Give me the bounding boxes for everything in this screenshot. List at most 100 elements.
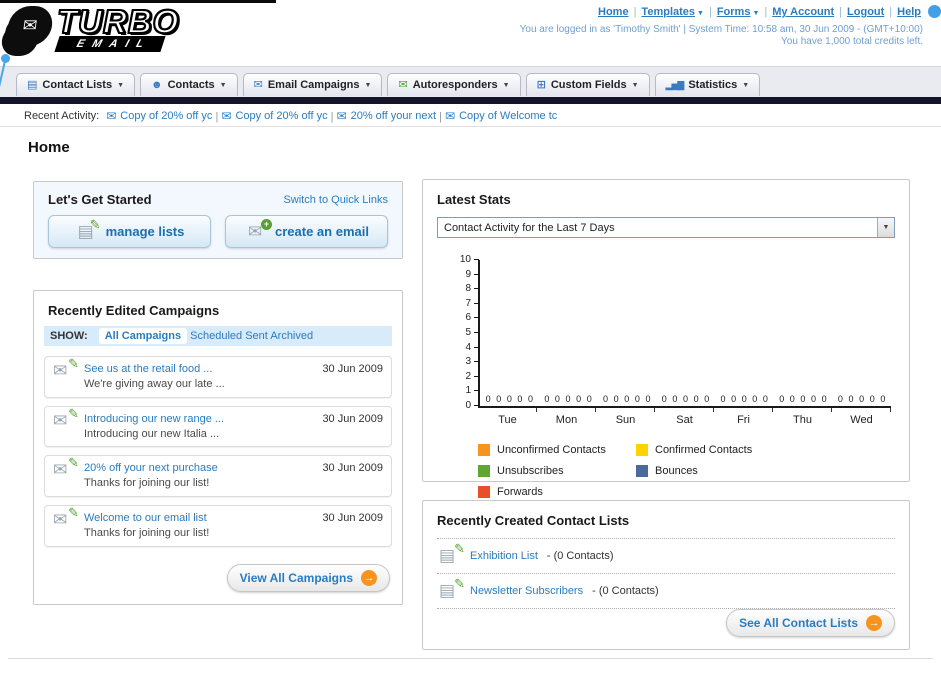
main-nav: ▤ Contact Lists ▼ ☻ Contacts ▼ ✉ Email Campaign…	[0, 66, 941, 97]
chevron-down-icon: ▼	[877, 218, 894, 237]
recent-activity-bar: Recent Activity: ✉ Copy of 20% off yc | ✉…	[0, 104, 941, 127]
bar-group: 00000	[480, 394, 539, 404]
nav-tab-label: Contacts	[167, 79, 215, 91]
list-pencil-icon: ▤ ✎	[439, 541, 465, 565]
view-all-campaigns-label: View All Campaigns	[239, 571, 353, 585]
recent-activity-item[interactable]: ✉ Copy of 20% off yc	[106, 109, 212, 123]
recent-activity-item[interactable]: ✉ Copy of Welcome tc	[445, 109, 557, 123]
bar-value-label: 0	[586, 394, 592, 404]
x-axis-ticks	[478, 408, 891, 412]
header: ✉ TURBO EMAIL Home | Templates ▼ | Forms ▼ | My …	[0, 0, 941, 66]
create-email-label: create an email	[275, 224, 369, 239]
contact-list-item[interactable]: ▤ ✎ Exhibition List - (0 Contacts)	[437, 539, 895, 574]
x-axis-label: Mon	[555, 414, 578, 426]
top-nav-forms[interactable]: Forms ▼	[717, 6, 760, 18]
chevron-down-icon: ▼	[742, 81, 750, 89]
stats-filter-select[interactable]: Contact Activity for the Last 7 Days ▼	[437, 217, 895, 238]
y-tick-label: 2	[465, 370, 471, 382]
contact-list-item[interactable]: ▤ ✎ Newsletter Subscribers - (0 Contacts)	[437, 574, 895, 609]
contact-list-name-link[interactable]: Newsletter Subscribers	[470, 585, 583, 597]
create-email-button[interactable]: ✉ + create an email	[225, 215, 388, 248]
bar-value-label: 0	[672, 394, 678, 404]
campaign-title-link[interactable]: Welcome to our email list	[84, 511, 209, 526]
x-axis-label: Sat	[676, 414, 693, 426]
see-all-contact-lists-label: See All Contact Lists	[739, 616, 858, 630]
campaign-title-link[interactable]: See us at the retail food ...	[84, 362, 225, 377]
campaign-list-item[interactable]: ✉ ✎ See us at the retail food ... We're giv…	[44, 356, 392, 398]
bar-value-label: 0	[603, 394, 609, 404]
campaign-tab-all-campaigns[interactable]: All Campaigns	[98, 328, 188, 344]
campaign-tab-archived[interactable]: Archived	[270, 330, 313, 342]
chevron-down-icon: ▼	[631, 81, 639, 89]
campaign-tab-sent[interactable]: Sent	[245, 330, 268, 342]
contact-list-name-link[interactable]: Exhibition List	[470, 550, 538, 562]
recent-activity-item[interactable]: ✉ Copy of 20% off yc	[221, 109, 327, 123]
top-nav-home[interactable]: Home	[598, 6, 629, 18]
top-nav-my-account[interactable]: My Account	[772, 6, 834, 18]
bar-value-label: 0	[506, 394, 512, 404]
recent-activity-item[interactable]: ✉ 20% off your next	[337, 109, 436, 123]
y-tick-mark	[474, 302, 479, 304]
envelope-pencil-icon: ✉ ✎	[53, 405, 79, 430]
manage-lists-button[interactable]: ▤ ✎ manage lists	[48, 215, 211, 248]
campaign-subtitle: Thanks for joining our list!	[84, 477, 210, 490]
arrow-right-icon: →	[866, 615, 882, 631]
campaigns-title: Recently Edited Campaigns	[48, 303, 220, 318]
switch-quick-links-link[interactable]: Switch to Quick Links	[283, 194, 388, 206]
campaign-list-item[interactable]: ✉ ✎ Welcome to our email list Thanks for jo…	[44, 505, 392, 547]
bar-value-label: 0	[811, 394, 817, 404]
nav-tab-label: Custom Fields	[550, 79, 627, 91]
view-all-campaigns-button[interactable]: View All Campaigns →	[226, 564, 390, 592]
bar-value-labels: 00000000000000000000000000000000000	[480, 394, 891, 404]
latest-stats-title: Latest Stats	[437, 192, 511, 207]
campaign-list-item[interactable]: ✉ ✎ 20% off your next purchase Thanks for j…	[44, 455, 392, 498]
envelope-icon: ✉	[106, 108, 117, 123]
bar-group: 00000	[656, 394, 715, 404]
contact-list-items: ▤ ✎ Exhibition List - (0 Contacts) ▤ ✎ Newslet…	[437, 538, 895, 609]
chevron-down-icon: ▼	[364, 81, 372, 89]
y-tick-mark	[474, 259, 479, 260]
bar-value-label: 0	[693, 394, 699, 404]
see-all-contact-lists-button[interactable]: See All Contact Lists →	[726, 609, 895, 637]
nav-tab-email-campaigns[interactable]: ✉ Email Campaigns ▼	[242, 73, 383, 96]
legend-label: Confirmed Contacts	[655, 444, 753, 456]
list-pencil-icon: ▤ ✎	[77, 216, 101, 241]
nav-tab-label: Contact Lists	[42, 79, 113, 91]
y-tick-mark	[474, 332, 479, 333]
y-tick-label: 5	[465, 327, 471, 338]
campaigns-panel: Recently Edited Campaigns SHOW: All Camp…	[33, 290, 403, 605]
campaign-list-item[interactable]: ✉ ✎ Introducing our new range ... Introduci…	[44, 405, 392, 448]
bar-value-label: 0	[634, 394, 640, 404]
campaign-title-link[interactable]: 20% off your next purchase	[84, 461, 218, 476]
chevron-down-icon: ▼	[752, 10, 760, 17]
nav-tab-contact-lists[interactable]: ▤ Contact Lists ▼	[16, 73, 136, 96]
legend-item: Forwards	[478, 486, 636, 498]
bar-group: 00000	[715, 394, 774, 404]
recent-activity-item-label: Copy of 20% off yc	[120, 109, 213, 122]
credits-info: You have 1,000 total credits left.	[781, 36, 923, 47]
contact-lists-icon: ▤	[27, 78, 38, 91]
nav-tab-label: Statistics	[688, 79, 738, 91]
chart-legend: Unconfirmed Contacts Confirmed Contacts Un…	[478, 444, 909, 498]
autoresponders-icon: ✉	[398, 78, 408, 91]
top-nav-logout[interactable]: Logout	[847, 6, 884, 18]
nav-separator: |	[708, 6, 712, 18]
nav-tab-statistics[interactable]: ▂▅▇ Statistics ▼	[654, 73, 761, 96]
x-axis-label: Sun	[615, 414, 636, 426]
bar-value-label: 0	[779, 394, 785, 404]
decor-dot-right	[928, 5, 941, 18]
envelope-plus-icon: ✉ +	[244, 218, 273, 241]
bar-value-label: 0	[645, 394, 651, 404]
top-nav-templates[interactable]: Templates ▼	[641, 6, 704, 18]
app-logo[interactable]: ✉ TURBO EMAIL	[5, 4, 179, 53]
nav-tab-contacts[interactable]: ☻ Contacts ▼	[140, 73, 238, 96]
campaign-tab-scheduled[interactable]: Scheduled	[190, 330, 242, 342]
top-nav-help[interactable]: Help	[897, 6, 921, 18]
nav-tab-autoresponders[interactable]: ✉ Autoresponders ▼	[387, 73, 521, 96]
nav-separator: |	[889, 6, 893, 18]
nav-tab-custom-fields[interactable]: ⊞ Custom Fields ▼	[525, 73, 650, 96]
x-tick-mark	[596, 408, 655, 412]
y-tick-mark	[474, 405, 479, 406]
campaign-title-link[interactable]: Introducing our new range ...	[84, 412, 224, 427]
legend-swatch	[478, 465, 490, 477]
